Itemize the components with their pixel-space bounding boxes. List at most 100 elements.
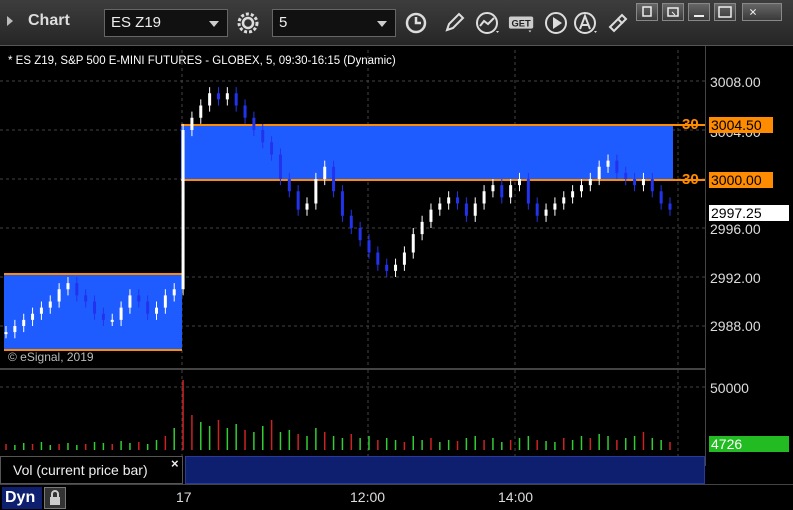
volume-chart[interactable] — [0, 370, 705, 456]
price-bar — [252, 117, 256, 130]
interval-value: 5 — [279, 14, 288, 31]
collapse-icon[interactable] — [7, 16, 13, 26]
maximize-window-button[interactable] — [714, 3, 736, 21]
studies-button[interactable] — [474, 9, 502, 37]
price-bar — [615, 160, 619, 173]
price-tick: 3008.00 — [710, 74, 761, 90]
settings-button[interactable] — [234, 9, 262, 37]
price-bar — [447, 197, 451, 204]
price-bar — [376, 252, 380, 265]
svg-text:GET: GET — [511, 18, 530, 28]
price-bar — [394, 264, 398, 271]
price-bar — [553, 203, 557, 210]
minimize-icon — [694, 15, 704, 17]
price-bar — [482, 191, 486, 204]
price-bar — [464, 203, 468, 216]
price-bar — [358, 228, 362, 241]
price-bar — [659, 191, 663, 204]
get-icon: GET — [508, 16, 534, 33]
last-volume-label: 4726 — [709, 436, 789, 452]
study-input-bar[interactable] — [185, 456, 705, 484]
symbol-dropdown[interactable]: ES Z19 — [104, 9, 228, 37]
price-bar — [385, 264, 389, 271]
lock-icon — [50, 490, 60, 505]
price-bar — [633, 179, 637, 186]
price-bar — [128, 295, 132, 308]
maximize-icon — [718, 6, 732, 18]
price-bar — [500, 185, 504, 198]
price-bar — [579, 185, 583, 192]
close-study-icon[interactable]: × — [171, 456, 179, 471]
price-bar — [411, 234, 415, 253]
price-bar — [296, 191, 300, 210]
price-chart[interactable] — [0, 50, 705, 367]
price-bar — [597, 166, 601, 179]
price-bar — [208, 93, 212, 106]
lock-scale-button[interactable] — [44, 487, 66, 509]
price-bar — [93, 301, 97, 314]
price-bar — [57, 289, 61, 302]
price-bar — [110, 319, 114, 322]
lower-level-price: 3000.00 — [709, 172, 773, 188]
price-bar — [146, 301, 150, 314]
study-row: Vol (current price bar) × — [0, 456, 705, 484]
price-bar — [155, 307, 159, 314]
clock-icon — [405, 12, 427, 34]
alert-a-icon — [574, 12, 597, 34]
price-bar — [438, 203, 442, 210]
link-icon — [608, 13, 628, 33]
price-bar — [181, 130, 185, 290]
study-chart-icon — [476, 12, 499, 34]
price-bar — [66, 283, 70, 290]
price-tick: 2996.00 — [710, 221, 761, 237]
price-bar — [332, 166, 336, 192]
link-button[interactable] — [604, 9, 632, 37]
price-bar — [429, 209, 433, 222]
price-bar — [270, 142, 274, 155]
price-bar — [243, 105, 247, 118]
price-bar — [668, 203, 672, 210]
minimize-window-button[interactable] — [688, 3, 710, 21]
price-bar — [349, 215, 353, 228]
pin-icon — [642, 6, 652, 17]
window-title: Chart — [28, 12, 70, 29]
price-bar — [367, 240, 371, 253]
price-bar — [234, 93, 238, 106]
alert-button[interactable] — [572, 9, 600, 37]
price-bar — [163, 295, 167, 308]
close-icon — [749, 8, 757, 16]
pin-window-button[interactable] — [636, 3, 658, 21]
study-label[interactable]: Vol (current price bar) — [0, 456, 183, 484]
gear-icon — [237, 12, 259, 34]
restore-window-button[interactable] — [662, 3, 684, 21]
time-axis[interactable]: Dyn 17 12:00 14:00 — [0, 484, 793, 510]
dynamic-button[interactable]: Dyn — [2, 487, 42, 509]
price-bar — [314, 179, 318, 204]
chart-window: Chart ES Z19 5 GET * ES Z19, S&P 500 E-M… — [0, 0, 793, 510]
price-bar — [491, 185, 495, 192]
price-axis[interactable]: 3008.00 3004.00 2996.00 2992.00 2988.00 … — [705, 46, 793, 466]
volume-tick: 50000 — [710, 380, 749, 396]
draw-button[interactable] — [440, 9, 468, 37]
symbol-description: * ES Z19, S&P 500 E-MINI FUTURES - GLOBE… — [8, 55, 396, 67]
price-bar — [420, 221, 424, 235]
get-data-button[interactable]: GET — [508, 9, 538, 37]
replay-button[interactable] — [542, 9, 570, 37]
price-bar — [199, 105, 203, 118]
upper-level-price: 3004.50 — [709, 117, 773, 133]
price-bar — [137, 295, 141, 302]
interval-dropdown[interactable]: 5 — [272, 9, 396, 37]
chevron-down-icon — [377, 21, 387, 27]
upper-level-tag: 30 — [682, 116, 699, 133]
time-label: 14:00 — [498, 489, 534, 505]
close-window-button[interactable] — [742, 3, 782, 21]
price-bar — [4, 332, 8, 335]
price-tick: 2988.00 — [710, 318, 761, 334]
symbol-value: ES Z19 — [111, 14, 162, 31]
price-bar — [544, 209, 548, 216]
price-bar — [172, 289, 176, 296]
copyright-label: © eSignal, 2019 — [8, 350, 94, 364]
pencil-icon — [445, 12, 465, 32]
last-price-label: 2997.25 — [709, 205, 789, 221]
time-button[interactable] — [402, 9, 430, 37]
